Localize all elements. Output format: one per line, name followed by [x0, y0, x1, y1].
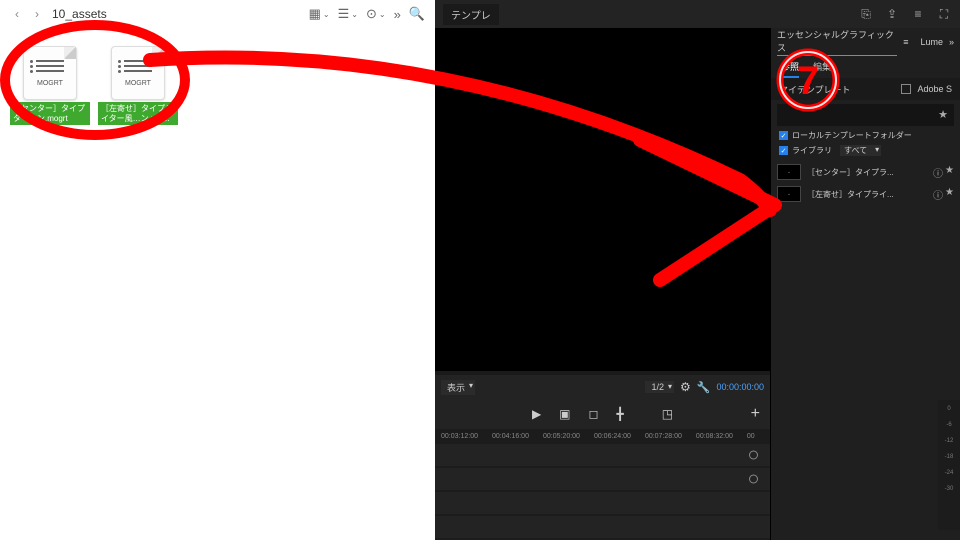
zoom-dropdown[interactable]: 1/2 — [645, 381, 674, 393]
template-thumb — [777, 164, 801, 180]
sequence-tab[interactable]: テンプレ — [443, 4, 499, 25]
timeline-panel[interactable]: 00:03:12:0000:04:16:0000:05:20:0000:06:2… — [435, 429, 770, 540]
wrench-icon[interactable]: 🔧 — [697, 381, 711, 394]
tab-edit[interactable]: 編集 — [813, 60, 831, 78]
track-row[interactable] — [435, 468, 770, 490]
step-back-icon[interactable]: ◻ — [589, 407, 599, 421]
share-icon[interactable]: ⇪ — [884, 7, 900, 21]
track-row[interactable] — [435, 492, 770, 514]
lume-tab[interactable]: Lume — [920, 37, 943, 47]
local-folder-label: ローカルテンプレートフォルダー — [792, 130, 912, 141]
camera-icon[interactable]: ▣ — [559, 407, 570, 421]
more-icon[interactable]: » — [394, 7, 401, 22]
mogrt-file-icon: MOGRT — [111, 46, 165, 100]
track-row[interactable] — [435, 444, 770, 466]
forward-button[interactable]: › — [30, 7, 44, 21]
display-mode-dropdown[interactable]: 表示 — [441, 380, 475, 395]
template-search-input[interactable]: ★ — [777, 104, 954, 126]
export-frame-icon[interactable]: ⎘ — [858, 7, 874, 22]
timecode-display[interactable]: 00:00:00:00 — [716, 382, 764, 392]
action-icon[interactable]: ⊙⌄ — [366, 6, 386, 22]
time-ruler[interactable]: 00:03:12:0000:04:16:0000:05:20:0000:06:2… — [435, 433, 770, 444]
file-badge: MOGRT — [125, 80, 151, 87]
template-thumb — [777, 186, 801, 202]
panel-menu-icon[interactable]: ≡ — [910, 7, 926, 21]
search-icon[interactable]: 🔍 — [409, 6, 425, 22]
file-badge: MOGRT — [37, 80, 63, 87]
template-item[interactable]: ［左寄せ］タイプライ... ⓘ★ — [777, 186, 954, 202]
essential-graphics-panel: エッセンシャルグラフィックス ≡ Lume » 参照 編集 マイテンプレート A… — [770, 28, 960, 540]
program-monitor[interactable] — [435, 28, 770, 371]
play-icon[interactable]: ▶ — [532, 407, 541, 421]
adobe-stock-checkbox[interactable] — [901, 84, 911, 94]
star-icon[interactable]: ★ — [945, 187, 954, 202]
template-item[interactable]: ［センター］タイプラ... ⓘ★ — [777, 164, 954, 180]
template-name: ［左寄せ］タイプライ... — [807, 189, 927, 200]
info-icon[interactable]: ⓘ — [933, 187, 943, 202]
adobe-stock-label: Adobe S — [917, 84, 952, 94]
local-folder-checkbox[interactable]: ✓ — [779, 131, 788, 140]
file-label: ［左寄せ］タイプラ イター風…ン.mo… — [98, 102, 178, 125]
finder-toolbar: ‹ › 10_assets ▦⌄ ☰⌄ ⊙⌄ » 🔍 — [0, 0, 435, 28]
favorite-star-icon[interactable]: ★ — [938, 108, 948, 121]
folder-title: 10_assets — [52, 7, 107, 21]
marker-icon[interactable]: ╋ — [616, 407, 623, 421]
star-icon[interactable]: ★ — [945, 165, 954, 180]
file-item[interactable]: MOGRT ［左寄せ］タイプラ イター風…ン.mo… — [98, 46, 178, 125]
template-name: ［センター］タイプラ... — [807, 167, 927, 178]
back-button[interactable]: ‹ — [10, 7, 24, 21]
crop-icon[interactable]: ◳ — [662, 407, 673, 421]
group-icon[interactable]: ☰⌄ — [338, 6, 358, 22]
file-item[interactable]: MOGRT ［センター］タイプ ター…ン.mogrt — [10, 46, 90, 125]
editor-app: テンプレ ⎘ ⇪ ≡ ⛶ 表示 1/2 ⚙ 🔧 00:00:00:00 ▶ ▣ … — [435, 0, 960, 540]
library-label: ライブラリ — [792, 145, 832, 156]
monitor-controls: 表示 1/2 ⚙ 🔧 00:00:00:00 — [435, 375, 770, 399]
editor-topbar: テンプレ ⎘ ⇪ ≡ ⛶ — [435, 0, 960, 28]
template-list: ［センター］タイプラ... ⓘ★ ［左寄せ］タイプライ... ⓘ★ — [771, 158, 960, 208]
mogrt-file-icon: MOGRT — [23, 46, 77, 100]
transport-bar: ▶ ▣ ◻ ╋ ◳ + — [435, 399, 770, 429]
my-templates-label[interactable]: マイテンプレート — [779, 83, 851, 96]
library-dropdown[interactable]: すべて — [840, 145, 881, 156]
view-grid-icon[interactable]: ▦⌄ — [309, 6, 330, 22]
tab-browse[interactable]: 参照 — [781, 60, 799, 78]
track-row[interactable] — [435, 516, 770, 538]
settings-icon[interactable]: ⚙ — [680, 380, 691, 394]
more-panels-icon[interactable]: » — [949, 37, 954, 47]
finder-window: ‹ › 10_assets ▦⌄ ☰⌄ ⊙⌄ » 🔍 MOGRT ［センター］タ… — [0, 0, 435, 540]
file-label: ［センター］タイプ ター…ン.mogrt — [10, 102, 90, 125]
fullscreen-icon[interactable]: ⛶ — [936, 7, 952, 22]
audio-meter: 0-6-12-18-24-30 — [938, 400, 960, 530]
info-icon[interactable]: ⓘ — [933, 165, 943, 180]
library-checkbox[interactable]: ✓ — [779, 146, 788, 155]
add-button[interactable]: + — [751, 405, 760, 423]
file-grid: MOGRT ［センター］タイプ ター…ン.mogrt MOGRT ［左寄せ］タイ… — [0, 28, 435, 143]
panel-title: エッセンシャルグラフィックス — [777, 28, 897, 56]
